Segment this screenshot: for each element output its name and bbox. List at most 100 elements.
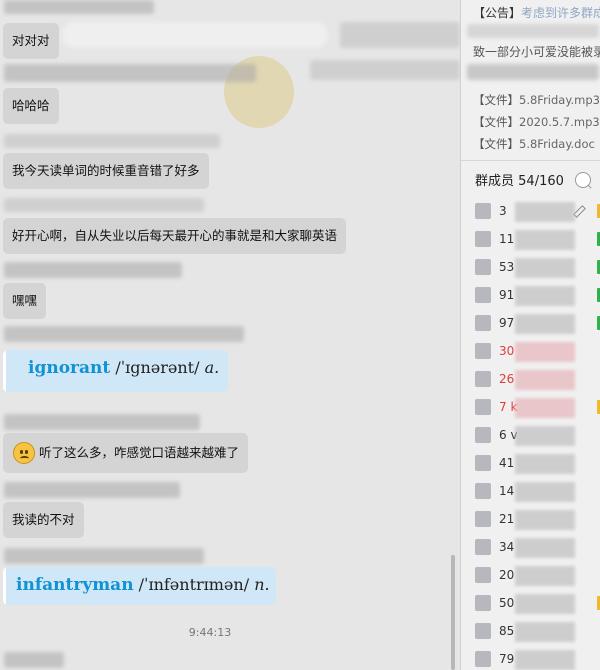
group-notice[interactable]: 【公告】考虑到许多群成 (473, 4, 600, 21)
member-item[interactable]: 50 (471, 594, 600, 614)
avatar (475, 567, 491, 583)
file-tag: 【文件】 (473, 115, 519, 129)
redacted-name (515, 594, 575, 614)
member-name: 26 (499, 372, 515, 386)
member-name: 34 (499, 540, 515, 554)
redacted-name (515, 454, 575, 474)
avatar (475, 399, 491, 415)
member-item[interactable]: 7 k (471, 398, 600, 418)
file-name: 5.8Friday.doc (519, 137, 595, 151)
redacted-name (515, 370, 575, 390)
redacted-name (515, 398, 575, 418)
member-name: 30 (499, 344, 515, 358)
message-bubble[interactable]: 哈哈哈 (3, 88, 59, 124)
avatar (475, 539, 491, 555)
redacted-name (515, 314, 575, 334)
avatar (475, 287, 491, 303)
ghost-strip (310, 60, 460, 80)
message-text: 好开心啊，自从失业以后每天最开心的事就是和大家聊英语 (12, 228, 338, 243)
ghost-strip (340, 22, 460, 48)
member-item[interactable]: 11 (471, 230, 600, 250)
message-text: 哈哈哈 (12, 98, 50, 113)
member-item[interactable]: 30 (471, 342, 600, 362)
file-name: 5.8Friday.mp3 (519, 93, 600, 107)
group-info-sidebar: 【公告】考虑到许多群成 致一部分小可爱没能被录 【文件】5.8Friday.mp… (460, 0, 600, 670)
search-icon[interactable] (575, 172, 591, 188)
message-bubble[interactable]: 我读的不对 (3, 502, 84, 538)
member-name: 41 (499, 456, 515, 470)
member-item[interactable]: 85 (471, 622, 600, 642)
message-text: 我读的不对 (12, 512, 75, 527)
member-item[interactable]: 91 (471, 286, 600, 306)
member-item[interactable]: 26 (471, 370, 600, 390)
member-name: 91 (499, 288, 515, 302)
member-name: 14 (499, 484, 515, 498)
members-label: 群成员 (475, 174, 515, 189)
member-item[interactable]: 3 (471, 202, 600, 222)
redacted-name (515, 286, 575, 306)
avatar (475, 231, 491, 247)
avatar (475, 203, 491, 219)
member-item[interactable]: 21 (471, 510, 600, 530)
file-item[interactable]: 【文件】5.8Friday.mp3 (473, 92, 600, 108)
members-count: 54/160 (518, 174, 564, 189)
member-item[interactable]: 34 (471, 538, 600, 558)
avatar (475, 259, 491, 275)
divider (461, 160, 600, 161)
message-bubble[interactable]: 好开心啊，自从失业以后每天最开心的事就是和大家聊英语 (3, 218, 347, 254)
redacted-name (515, 510, 575, 530)
file-name: 2020.5.7.mp3 (519, 115, 600, 129)
file-item[interactable]: 【文件】5.8Friday.doc (473, 136, 595, 152)
notice-text: 考虑到许多群成 (521, 6, 600, 20)
member-item[interactable]: 97 (471, 314, 600, 334)
dict-pronunciation: /ˈɪnfəntrɪmən/ (138, 575, 250, 594)
member-name: 50 (499, 596, 515, 610)
member-name: 97 (499, 316, 515, 330)
dict-pronunciation: /ˈɪgnərənt/ (115, 358, 200, 377)
ghost-line (467, 24, 599, 38)
ghost-nickname (4, 198, 204, 212)
member-item[interactable]: 53 (471, 258, 600, 278)
message-bubble[interactable]: 对对对 (3, 23, 59, 59)
dict-part-of-speech: n. (254, 575, 270, 594)
avatar (475, 455, 491, 471)
avatar (475, 483, 491, 499)
avatar (475, 595, 491, 611)
file-tag: 【文件】 (473, 137, 519, 151)
member-item[interactable]: 14 (471, 482, 600, 502)
redacted-name (515, 538, 575, 558)
card-accent (3, 567, 6, 605)
dictionary-card[interactable]: ignorant /ˈɪgnərənt/ a. (3, 350, 228, 392)
redacted-name (515, 482, 575, 502)
member-item[interactable]: 79 (471, 650, 600, 670)
ghost-nickname (4, 326, 244, 342)
member-name: 53 (499, 260, 515, 274)
member-item[interactable]: 41 (471, 454, 600, 474)
message-bubble[interactable]: 嘿嘿 (3, 283, 47, 319)
notice-line: 致一部分小可爱没能被录 (473, 45, 600, 59)
dict-word: infantryman (16, 575, 134, 595)
ghost-nickname (4, 548, 204, 564)
dictionary-card[interactable]: infantryman /ˈɪnfəntrɪmən/ n. (3, 567, 276, 605)
chat-scrollbar[interactable] (451, 555, 455, 670)
message-bubble[interactable]: 听了这么多，咋感觉口语越来越难了 (3, 433, 249, 473)
ghost-nickname (4, 652, 64, 668)
ghost-nickname (4, 0, 154, 14)
message-bubble[interactable]: 我今天读单词的时候重音错了好多 (3, 153, 209, 189)
ghost-nickname (4, 134, 220, 148)
avatar (475, 343, 491, 359)
member-name: 11 (499, 232, 515, 246)
ghost-nickname (4, 482, 180, 498)
member-name: 21 (499, 512, 515, 526)
redacted-name (515, 230, 575, 250)
member-name: 20 (499, 568, 515, 582)
members-header: 群成员 54/160 (475, 170, 564, 189)
ghost-line (467, 64, 599, 80)
member-name: 3 (499, 204, 507, 218)
member-item[interactable]: 20 (471, 566, 600, 586)
avatar (475, 315, 491, 331)
card-accent (3, 350, 6, 392)
avatar (475, 511, 491, 527)
member-item[interactable]: 6 v (471, 426, 600, 446)
file-item[interactable]: 【文件】2020.5.7.mp3 (473, 114, 600, 130)
